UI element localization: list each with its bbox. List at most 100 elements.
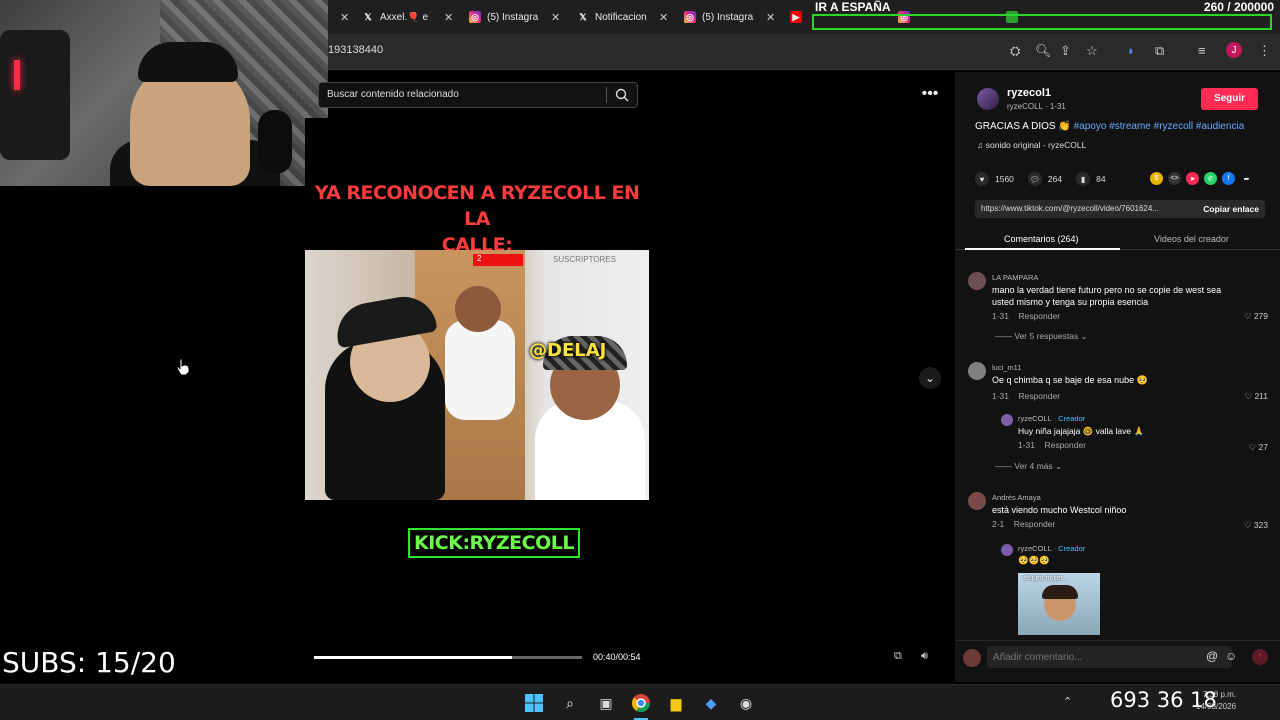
send-comment-icon[interactable]: ↑ [1252,649,1268,665]
file-explorer-icon[interactable]: ▆ [666,693,686,713]
instagram-icon: ◎ [684,11,696,23]
extension-icon[interactable]: ◗ [1127,43,1135,58]
replier-name[interactable]: ryzeCOLL · Creador [1018,414,1085,423]
caption-text: GRACIAS A DIOS 👏 [975,121,1071,132]
follow-button[interactable]: Seguir [1201,88,1258,110]
commenter-name[interactable]: Andrés Amaya [992,493,1041,502]
more-options-icon[interactable]: ••• [919,84,941,106]
reply-button[interactable]: Responder [1014,519,1056,529]
video-title-line: YA RECONOCEN A RYZECOLL EN LA [314,182,640,230]
obs-icon[interactable]: ◉ [736,693,756,713]
reply-sticker-image[interactable]: te juro mujer... [1018,573,1100,635]
media-icon[interactable]: ≡ [1198,43,1206,58]
url-text[interactable]: 193138440 [328,44,383,56]
view-replies-button[interactable]: —— Ver 5 respuestas ⌄ [995,331,1088,342]
hand-cursor-icon [176,358,190,376]
commenter-avatar[interactable] [968,492,986,510]
tab-close-icon[interactable]: ✕ [551,11,560,24]
my-avatar[interactable] [963,649,981,667]
app-icon[interactable]: ◆ [701,693,721,713]
comment-text: mano la verdad tiene futuro pero no se c… [992,285,1222,307]
comment-icon[interactable]: 💬︎ [1027,172,1042,186]
comment-likes[interactable]: ♡ 279 [1244,311,1268,322]
tab-close-icon[interactable]: ✕ [332,6,349,28]
volume-icon[interactable]: 🔊︎ [921,650,928,663]
zoom-icon[interactable]: 🔍︎ [1035,43,1052,59]
picture-in-picture-icon[interactable]: ⧉ [894,650,902,663]
task-view-icon[interactable]: ▣ [596,693,616,713]
saves-count: 84 [1096,174,1106,184]
coin-icon[interactable]: $ [1150,172,1163,185]
kick-overlay: KICK:RYZECOLL [408,528,580,558]
tab-underline [965,248,1120,250]
comment-likes[interactable]: ♡ 323 [1244,520,1268,531]
handle-overlay: @DELAJ [529,340,607,361]
reply-button[interactable]: Responder [1044,440,1086,450]
bookmark-star-icon[interactable]: ☆ [1086,43,1098,59]
whatsapp-icon[interactable]: ✆ [1204,172,1217,185]
chevron-down-icon[interactable]: ⌄ [919,367,941,389]
x-icon: 𝕏 [579,11,587,22]
tab-creator-videos[interactable]: Videos del creador [1154,234,1229,244]
commenter-name[interactable]: LA PAMPARA [992,273,1038,282]
mention-icon[interactable]: @ [1206,649,1218,663]
search-input[interactable]: Buscar contenido relacionado [318,82,638,108]
install-icon[interactable]: ⇪ [1060,43,1071,59]
menu-dots-icon[interactable]: ⋮ [1258,43,1271,59]
reply-button[interactable]: Responder [1018,391,1060,401]
browser-tab[interactable]: ◎ (5) Instagra ✕ [469,6,560,28]
replier-username: ryzeCOLL [1018,544,1052,553]
tab-close-icon[interactable]: ✕ [659,11,668,24]
reply-date: 1-31 [1018,440,1036,450]
share-link-url[interactable]: https://www.tiktok.com/@ryzecoll/video/7… [981,204,1181,213]
browser-tab[interactable]: ◎ (5) Instagra ✕ [684,6,775,28]
replier-name[interactable]: ryzeCOLL · Creador [1018,544,1085,553]
chevron-up-icon[interactable]: ⌃ [1063,695,1072,708]
replier-avatar[interactable] [1001,414,1013,426]
browser-tab[interactable]: 𝕏 Axxel.🎈 e ✕ [362,6,453,28]
chrome-icon[interactable] [631,693,651,713]
creator-username[interactable]: ryzecol1 [1007,87,1051,99]
bookmark-icon[interactable]: ▮ [1076,172,1091,186]
translate-icon[interactable]: ⛭ [1010,43,1020,59]
copy-link-button[interactable]: Copiar enlace [1203,204,1259,214]
tab-comments[interactable]: Comentarios (264) [1004,234,1079,244]
commenter-avatar[interactable] [968,272,986,290]
browser-tab[interactable]: ▶ [790,6,808,28]
comment-input[interactable] [987,646,1232,668]
profile-avatar[interactable]: J [1226,42,1242,58]
windows-start-icon[interactable] [524,693,544,713]
puzzle-icon[interactable]: ⧉ [1155,43,1164,59]
tab-close-icon[interactable]: ✕ [444,11,453,24]
share-icon[interactable]: ➦ [1240,172,1253,185]
reply-likes[interactable]: ♡ 27 [1249,442,1268,453]
commenter-name[interactable]: luci_m11 [992,363,1021,372]
facebook-icon[interactable]: f [1222,172,1235,185]
search-icon[interactable]: ⌕ [560,693,580,713]
video-progress-bar[interactable] [314,656,582,659]
heart-icon[interactable]: ♥ [975,172,989,186]
commenter-avatar[interactable] [968,362,986,380]
tab-close-icon[interactable]: ✕ [766,11,775,24]
search-icon[interactable] [615,88,629,102]
reply-text: 🥺🥺🥺 [1018,555,1050,565]
emoji-icon[interactable]: ☺ [1225,649,1237,663]
goal-progress-bar [812,14,1272,30]
subs-label: SUSCRIPTORES [553,255,616,264]
comment-likes[interactable]: ♡ 211 [1244,391,1268,402]
browser-tab[interactable]: 𝕏 Notificacion ✕ [577,6,668,28]
embed-icon[interactable]: <> [1168,172,1181,185]
panel-tabs: Comentarios (264) Videos del creador [955,232,1280,250]
video-player[interactable]: YA RECONOCEN A RYZECOLL EN LA CALLE: @DE… [305,118,649,678]
replier-avatar[interactable] [1001,544,1013,556]
send-icon[interactable]: ➤ [1186,172,1199,185]
clock[interactable]: 7:38 p.m. 14/03/2026 [1196,689,1236,713]
comment-meta: 1-31 Responder [992,311,1060,321]
creator-avatar[interactable] [977,88,999,110]
comments-count: 264 [1047,174,1063,184]
reply-button[interactable]: Responder [1018,311,1060,321]
caption-hashtags[interactable]: #apoyo #streame #ryzecoll #audiencia [1074,121,1245,132]
view-more-replies-button[interactable]: —— Ver 4 más ⌄ [995,461,1062,472]
red-counter: 2 [473,254,523,266]
sound-label[interactable]: ♫ sonido original - ryzeCOLL [977,140,1086,150]
